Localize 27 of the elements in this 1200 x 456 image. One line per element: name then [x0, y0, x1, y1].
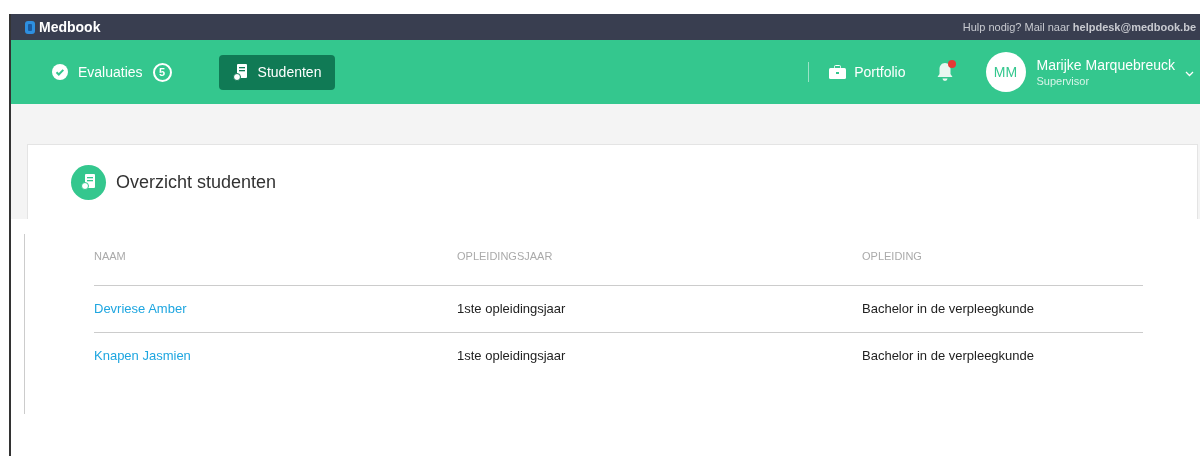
- table-cell: 1ste opleidingsjaar: [457, 332, 862, 379]
- check-circle-icon: [52, 64, 68, 80]
- table-cell: Bachelor in de verpleegkunde: [862, 285, 1143, 332]
- briefcase-icon: [829, 65, 847, 79]
- logo-text[interactable]: Medbook: [39, 16, 101, 38]
- students-icon: [71, 164, 106, 200]
- nav-tab[interactable]: Evaluaties 5: [38, 54, 186, 90]
- table-cell: 1ste opleidingsjaar: [457, 285, 862, 332]
- logo-icon: [25, 20, 35, 34]
- nav-tab[interactable]: Studenten: [218, 54, 336, 90]
- bell-icon: [935, 62, 954, 82]
- portfolio-button[interactable]: Portfolio: [829, 61, 906, 83]
- count-badge: 5: [152, 62, 172, 82]
- help-text: Hulp nodig? Mail naar helpdesk@medbook.be: [962, 19, 1196, 35]
- notification-button[interactable]: [935, 62, 956, 82]
- column-header: OPLEIDING: [862, 248, 1143, 285]
- document-user-icon: [232, 63, 248, 81]
- page-title: Overzicht studenten: [116, 170, 277, 194]
- user-name[interactable]: Marijke Marquebreuck: [1036, 56, 1175, 74]
- table-cell: Bachelor in de verpleegkunde: [862, 332, 1143, 379]
- user-role: Supervisor: [1036, 73, 1091, 88]
- chevron-down-icon[interactable]: [1185, 71, 1194, 77]
- column-header: NAAM: [94, 248, 457, 285]
- column-header: OPLEIDINGSJAAR: [457, 248, 862, 285]
- student-link[interactable]: Knapen Jasmien: [94, 332, 457, 379]
- student-link[interactable]: Devriese Amber: [94, 285, 457, 332]
- user-avatar[interactable]: MM: [985, 52, 1026, 92]
